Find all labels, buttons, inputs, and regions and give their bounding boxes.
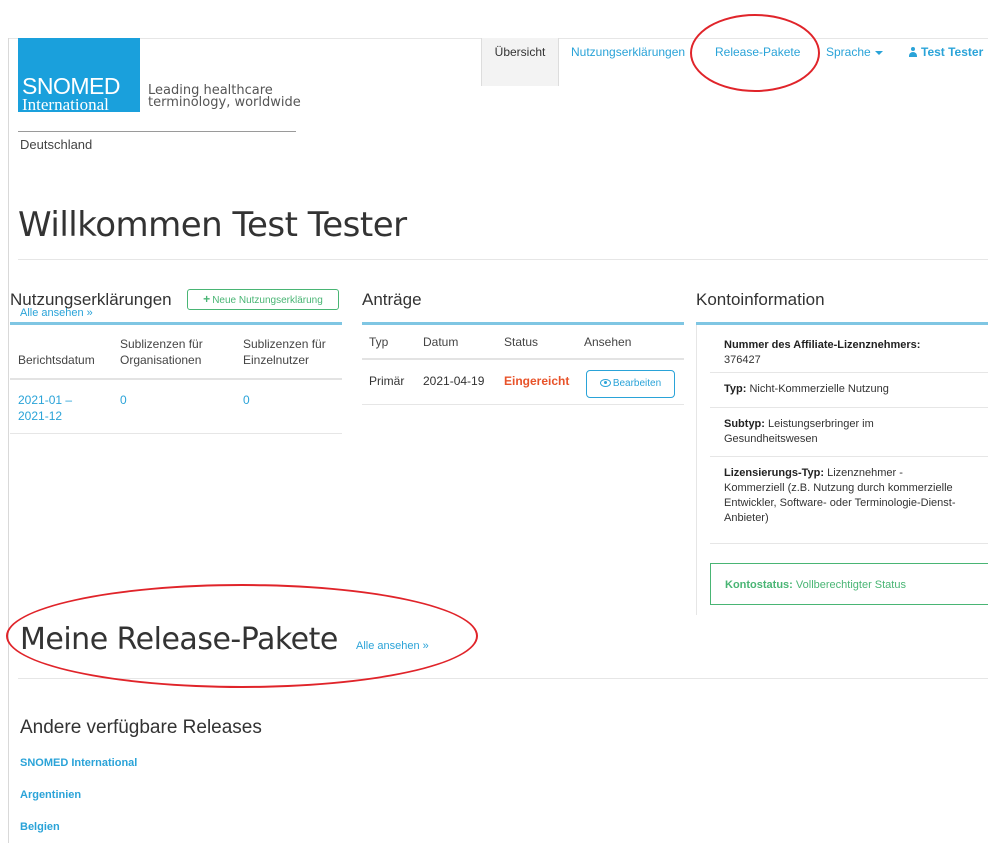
usage-see-all-link[interactable]: Alle ansehen »	[20, 307, 93, 319]
app-date-value: 2021-04-19	[423, 374, 485, 388]
app-header-date: Datum	[423, 335, 459, 349]
title-divider	[18, 259, 988, 260]
app-header-view: Ansehen	[584, 335, 632, 349]
other-releases-title: Andere verfügbare Releases	[20, 717, 262, 738]
tagline-line2: terminology, worldwide	[148, 95, 301, 110]
eye-icon	[599, 379, 611, 388]
country-label: Deutschland	[20, 137, 93, 152]
account-type: Typ: Nicht-Kommerzielle Nutzung	[724, 383, 889, 395]
usage-header-date: Berichtsdatum	[18, 353, 95, 367]
usage-header-orgs: Sublizenzen für Organisationen	[120, 337, 203, 367]
release-link-argentinien[interactable]: Argentinien	[20, 789, 81, 801]
app-header-status: Status	[504, 335, 539, 349]
user-icon	[908, 47, 918, 57]
tagline: Leading healthcare terminology, worldwid…	[148, 84, 301, 110]
app-status-badge: Eingereicht	[504, 374, 570, 388]
usage-row-divider	[10, 433, 342, 434]
nav-user-label: Test Tester	[921, 45, 984, 59]
nav-language[interactable]: Sprache	[826, 45, 883, 59]
account-title: Kontoinformation	[696, 290, 825, 309]
affiliate-value: 376427	[724, 354, 761, 366]
status-value: Vollberechtigter Status	[795, 579, 906, 591]
nav-overview-label: Übersicht	[494, 45, 546, 59]
nav-usage[interactable]: Nutzungserklärungen	[571, 45, 685, 59]
release-link-snomed-international[interactable]: SNOMED International	[20, 757, 137, 769]
affiliate-number: Nummer des Affiliate-Lizenznehmers: 3764…	[724, 339, 921, 366]
type-label: Typ	[724, 383, 743, 395]
type-value: Nicht-Kommerzielle Nutzung	[749, 383, 889, 395]
account-licensing-type: Lizensierungs-Typ: Lizenznehmer - Kommer…	[724, 467, 956, 524]
usage-orgs-value[interactable]: 0	[120, 392, 127, 408]
applications-accent-bar	[362, 322, 684, 325]
account-status-box: Kontostatus: Vollberechtigter Status	[710, 563, 988, 605]
releases-divider	[18, 678, 988, 679]
releases-see-all-link[interactable]: Alle ansehen »	[356, 640, 429, 652]
affiliate-label: Nummer des Affiliate-Lizenznehmers	[724, 339, 917, 351]
new-usage-label: Neue Nutzungserklärung	[212, 295, 323, 306]
release-link-belgien[interactable]: Belgien	[20, 821, 60, 833]
plus-icon: +	[203, 292, 211, 306]
usage-period-link[interactable]: 2021-01 – 2021-12	[18, 392, 98, 424]
edit-application-button[interactable]: Bearbeiten	[586, 370, 675, 398]
snomed-logo[interactable]: SNOMED International	[18, 38, 140, 114]
usage-accent-bar	[10, 322, 342, 325]
edit-button-label: Bearbeiten	[612, 378, 662, 389]
nav-overview[interactable]: Übersicht	[481, 38, 559, 86]
account-divider-1	[710, 372, 988, 373]
logo-line2: International	[22, 95, 109, 114]
nav-user[interactable]: Test Tester	[908, 45, 983, 59]
my-releases-title: Meine Release-Pakete	[20, 622, 338, 657]
app-type-value: Primär	[369, 374, 405, 388]
account-divider-3	[710, 456, 988, 457]
account-divider-2	[710, 407, 988, 408]
left-border	[8, 38, 9, 843]
nav-language-label: Sprache	[826, 45, 871, 59]
applications-title: Anträge	[362, 290, 422, 309]
app-header-divider	[362, 358, 684, 360]
app-row-divider	[362, 404, 684, 405]
chevron-down-icon	[874, 50, 883, 55]
status-label: Kontostatus	[725, 579, 790, 591]
account-subtype: Subtyp: Leistungserbringer im Gesundheit…	[724, 418, 874, 445]
app-header-type: Typ	[369, 335, 389, 349]
usage-header-individuals: Sublizenzen für Einzelnutzer	[243, 337, 326, 367]
page-title: Willkommen Test Tester	[18, 205, 407, 245]
logo-divider	[18, 131, 296, 132]
nav-releases[interactable]: Release-Pakete	[715, 45, 800, 59]
subtype-label: Subtyp	[724, 418, 762, 430]
new-usage-button[interactable]: + Neue Nutzungserklärung	[187, 289, 339, 310]
usage-individuals-value[interactable]: 0	[243, 392, 250, 408]
account-divider-4	[710, 543, 988, 544]
licensing-label: Lizensierungs-Typ	[724, 467, 821, 479]
usage-header-divider	[10, 378, 342, 380]
